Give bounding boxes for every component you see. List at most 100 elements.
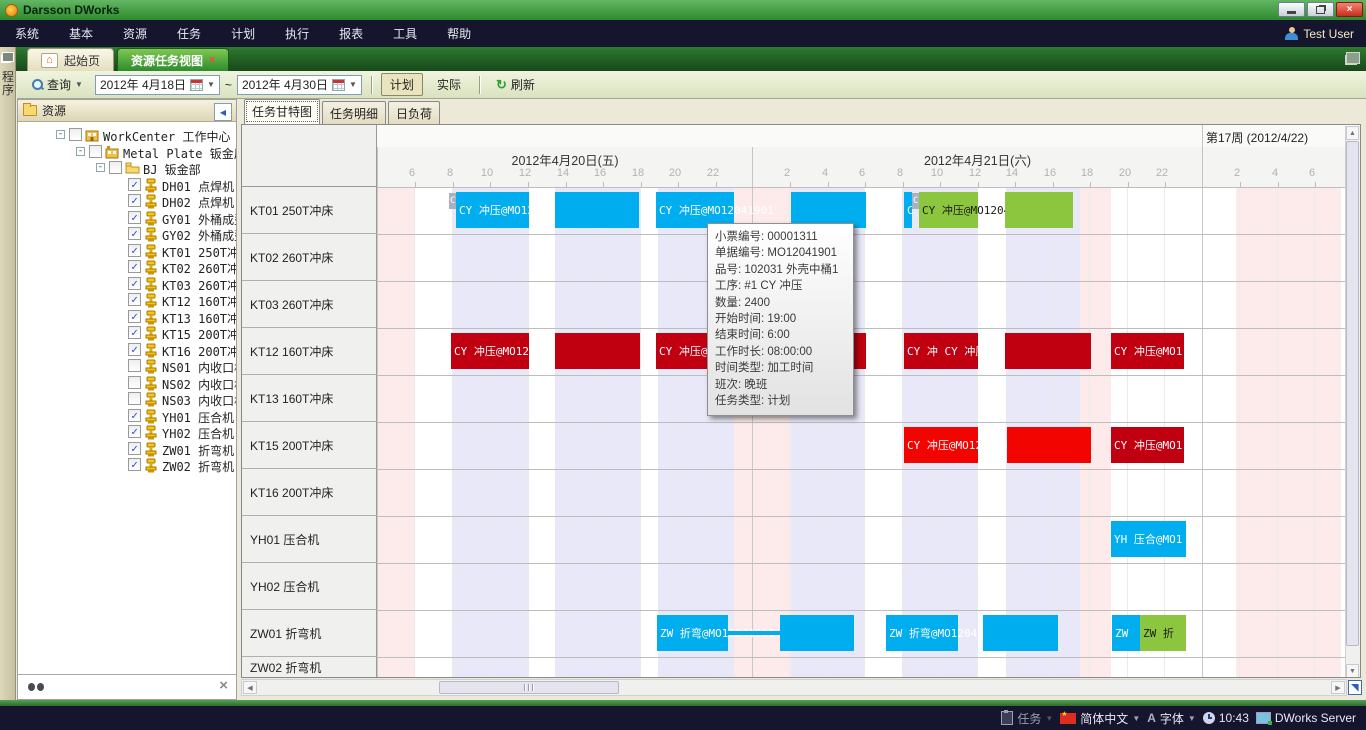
gantt-bar[interactable]: CY 冲压@MO12041904 <box>451 333 529 369</box>
tree-checkbox[interactable] <box>69 128 82 141</box>
menu-item[interactable]: 工具 <box>378 25 432 42</box>
scroll-right-arrow[interactable]: ▶ <box>1331 681 1345 694</box>
date-to-field[interactable]: 2012年 4月30日 ▼ <box>237 75 362 95</box>
tree-checkbox[interactable]: ✓ <box>128 343 141 356</box>
gantt-bar[interactable]: YH 压合@MO1 <box>1111 521 1186 557</box>
menu-item[interactable]: 报表 <box>324 25 378 42</box>
status-font-menu[interactable]: A 字体 ▼ <box>1147 710 1196 727</box>
gantt-bar[interactable]: CY 冲 CY 冲压@MO12041904 <box>904 333 978 369</box>
gantt-bar[interactable]: C <box>904 192 912 228</box>
doc-tab[interactable]: 资源任务视图× <box>117 48 229 71</box>
tree-item[interactable]: -BJ 钣金部 <box>18 160 236 177</box>
gantt-bar[interactable]: C <box>912 193 919 209</box>
vertical-scroll-thumb[interactable] <box>1346 141 1359 646</box>
status-task-menu[interactable]: 任务 ▼ <box>1001 710 1053 727</box>
tree-item[interactable]: NS01 内收口机 <box>18 358 236 375</box>
tree-item[interactable]: ✓KT16 200T冲床 <box>18 342 236 359</box>
tree-checkbox[interactable]: ✓ <box>128 310 141 323</box>
menu-item[interactable]: 资源 <box>108 25 162 42</box>
tree-item[interactable]: ✓KT01 250T冲床 <box>18 243 236 260</box>
gantt-bar[interactable] <box>1007 427 1091 463</box>
tree-checkbox[interactable] <box>109 161 122 174</box>
restore-button[interactable] <box>1307 2 1334 17</box>
tree-item[interactable]: ✓KT03 260T冲床 <box>18 276 236 293</box>
tree-checkbox[interactable]: ✓ <box>128 326 141 339</box>
tree-item[interactable]: ✓YH02 压合机 <box>18 424 236 441</box>
gantt-bar[interactable] <box>1005 192 1073 228</box>
tree-item[interactable]: ✓YH01 压合机 <box>18 408 236 425</box>
tree-checkbox[interactable]: ✓ <box>128 277 141 290</box>
tree-item[interactable]: ✓KT02 260T冲床 <box>18 259 236 276</box>
query-button[interactable]: 查询 ▼ <box>25 73 90 96</box>
menu-item[interactable]: 基本 <box>54 25 108 42</box>
plan-toggle[interactable]: 计划 <box>381 73 423 96</box>
actual-toggle[interactable]: 实际 <box>428 73 470 96</box>
side-strip[interactable]: 程序 <box>0 47 16 700</box>
tree-item[interactable]: NS03 内收口机 <box>18 391 236 408</box>
tree-checkbox[interactable] <box>128 376 141 389</box>
tree-item[interactable]: ✓DH01 点焊机 <box>18 177 236 194</box>
tree-checkbox[interactable]: ✓ <box>128 194 141 207</box>
tree-checkbox[interactable] <box>89 145 102 158</box>
gantt-bar[interactable] <box>983 615 1058 651</box>
scroll-down-arrow[interactable]: ▼ <box>1346 664 1359 678</box>
tree-checkbox[interactable]: ✓ <box>128 425 141 438</box>
gantt-bar[interactable]: CY 冲压@MO12041903 <box>904 427 978 463</box>
tree-item[interactable]: NS02 内收口机 <box>18 375 236 392</box>
horizontal-scrollbar[interactable]: ◀ ▶ <box>241 679 1347 696</box>
tab-close-icon[interactable]: × <box>209 54 215 66</box>
menu-item[interactable]: 帮助 <box>432 25 486 42</box>
user-box[interactable]: Test User <box>1285 20 1354 47</box>
scroll-left-arrow[interactable]: ◀ <box>243 681 257 694</box>
tree-item[interactable]: ✓KT12 160T冲床 <box>18 292 236 309</box>
expand-corner-button[interactable]: ◥ <box>1348 680 1362 695</box>
tree-item[interactable]: ✓DH02 点焊机 <box>18 193 236 210</box>
menu-item[interactable]: 系统 <box>0 25 54 42</box>
doc-tab[interactable]: ⌂起始页 <box>27 48 114 71</box>
tree-checkbox[interactable]: ✓ <box>128 442 141 455</box>
tree-item[interactable]: ✓KT15 200T冲床 <box>18 325 236 342</box>
tree-item[interactable]: ✓GY02 外桶成型机 <box>18 226 236 243</box>
collapse-icon[interactable]: - <box>96 163 105 172</box>
tree-item[interactable]: ✓GY01 外桶成型机 <box>18 210 236 227</box>
scroll-up-arrow[interactable]: ▲ <box>1346 126 1359 140</box>
collapse-icon[interactable]: - <box>56 130 65 139</box>
tree-checkbox[interactable]: ✓ <box>128 178 141 191</box>
collapse-panel-button[interactable]: ◀ <box>214 103 232 121</box>
vertical-scrollbar[interactable]: ▲ ▼ <box>1345 126 1360 678</box>
close-icon[interactable]: × <box>219 677 228 694</box>
tree-checkbox[interactable]: ✓ <box>128 293 141 306</box>
gantt-bar[interactable]: CY 冲压@MO12041901 <box>456 192 529 228</box>
gantt-bar[interactable]: ZW 折 <box>1140 615 1186 651</box>
tree-checkbox[interactable]: ✓ <box>128 211 141 224</box>
tree-checkbox[interactable]: ✓ <box>128 227 141 240</box>
gantt-bar[interactable]: ZW <box>1112 615 1140 651</box>
binoculars-icon[interactable] <box>28 681 44 692</box>
gantt-bar[interactable] <box>555 192 639 228</box>
gantt-bar[interactable]: ZW 折弯@MO12041901 <box>657 615 728 651</box>
menu-item[interactable]: 执行 <box>270 25 324 42</box>
tree-item[interactable]: -Metal Plate 钣金厂 <box>18 144 236 161</box>
view-tab[interactable]: 日负荷 <box>388 101 440 124</box>
refresh-button[interactable]: ↻ 刷新 <box>489 73 542 96</box>
view-tab[interactable]: 任务明细 <box>322 101 386 124</box>
gantt-bar[interactable]: CY 冲压@MO1 <box>1111 427 1184 463</box>
gantt-bar[interactable] <box>780 615 854 651</box>
horizontal-scroll-thumb[interactable] <box>439 681 619 694</box>
tree-checkbox[interactable] <box>128 392 141 405</box>
status-language-menu[interactable]: 简体中文 ▼ <box>1060 710 1140 727</box>
tree-item[interactable]: ✓ZW02 折弯机 <box>18 457 236 474</box>
tree-checkbox[interactable] <box>128 359 141 372</box>
gantt-bar[interactable]: CY 冲压@MO12041902 <box>919 192 978 228</box>
tree-item[interactable]: -WorkCenter 工作中心 <box>18 127 236 144</box>
gantt-bar[interactable]: C <box>449 193 456 209</box>
gantt-bar[interactable]: CY 冲压@MO1 <box>1111 333 1184 369</box>
close-button[interactable]: × <box>1336 2 1363 17</box>
tree-checkbox[interactable]: ✓ <box>128 409 141 422</box>
tree-checkbox[interactable]: ✓ <box>128 260 141 273</box>
collapse-icon[interactable]: - <box>76 147 85 156</box>
tree-checkbox[interactable]: ✓ <box>128 244 141 257</box>
window-list-icon[interactable] <box>1346 52 1360 64</box>
tree-item[interactable]: ✓ZW01 折弯机 <box>18 441 236 458</box>
gantt-bar[interactable] <box>728 631 780 635</box>
